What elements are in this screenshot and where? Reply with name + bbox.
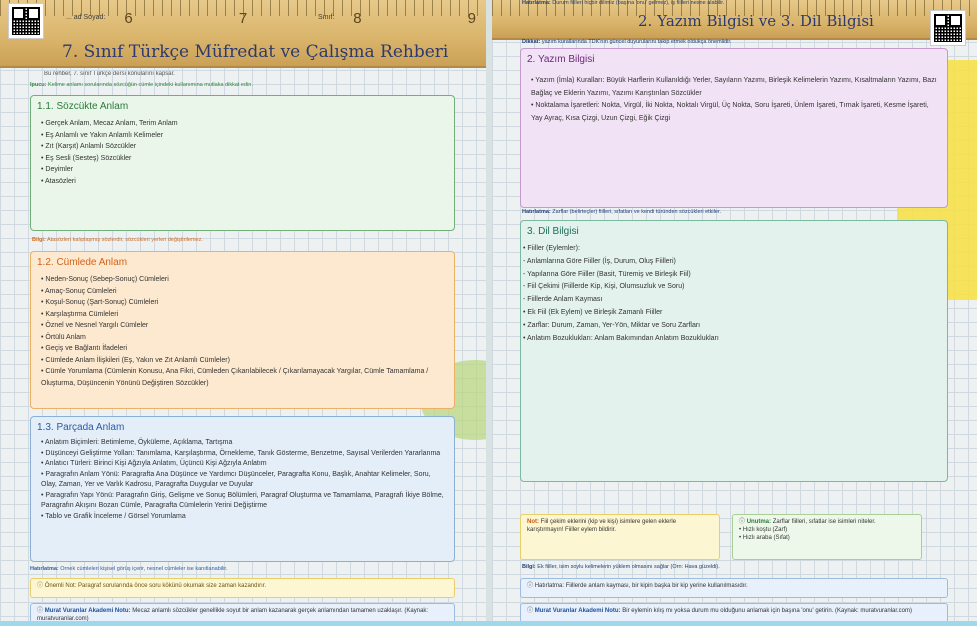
forget-box: ⓘ Unutma: Zarflar fiilleri, sıfatlar ise… [732, 514, 922, 560]
list-item: Düşünceyi Geliştirme Yolları: Tanımlama,… [41, 449, 446, 460]
list-item: Neden-Sonuç (Sebep-Sonuç) Cümleleri [41, 274, 446, 286]
info-icon: ⓘ [527, 583, 534, 589]
reminder-note: Hatırlatma: Örnek cümleleri kişisel görü… [30, 566, 228, 572]
list-item: Geçiş ve Bağlantı İfadeleri [41, 343, 446, 355]
ruler-number: 9 [467, 10, 476, 27]
info-icon: ⓘ [37, 608, 44, 614]
mid-reminder-note: Hatırlatma: Zarflar (belirteçler) fiille… [522, 209, 721, 215]
section-card-sentence-meaning: 1.2. Cümlede Anlam Neden-Sonuç (Sebep-So… [30, 251, 455, 409]
left-page: 5 6 7 8 9 ... ad Soyad: Sınıf: 7. Sınıf … [0, 0, 486, 626]
section-card-spelling: 2. Yazım Bilgisi Yazım (İmla) Kuralları:… [520, 48, 948, 208]
section-title: 1.2. Cümlede Anlam [37, 257, 128, 268]
list-item: Tablo ve Grafik İnceleme / Görsel Yoruml… [41, 512, 446, 523]
list-item: • Anlatım Bozuklukları: Anlam Bakımından… [523, 334, 719, 342]
list-item: Anlatım Biçimleri: Betimleme, Öyküleme, … [41, 438, 446, 449]
list-item: - Anlamlarına Göre Fiiller (İş, Durum, O… [523, 257, 676, 265]
list-item: Cümlede Anlam İlişkileri (Eş, Yakın ve Z… [41, 355, 446, 367]
section-list: Neden-Sonuç (Sebep-Sonuç) Cümleleri Amaç… [31, 268, 454, 389]
list-item: - Yapılarına Göre Fiiller (Basit, Türemi… [523, 270, 691, 278]
list-item: Öznel ve Nesnel Yargılı Cümleler [41, 320, 446, 332]
section-card-grammar: 3. Dil Bilgisi • Fiiller (Eylemler): - A… [520, 220, 948, 482]
section-title: 2. Yazım Bilgisi [527, 54, 595, 65]
list-item: Deyimler [41, 164, 446, 176]
right-page: Hatırlatma: Durum fiilleri hiçbir dilimi… [492, 0, 977, 626]
ruler-number: 7 [238, 10, 248, 27]
section-list: Yazım (İmla) Kuralları: Büyük Harflerin … [521, 65, 947, 125]
section-list: • Fiiller (Eylemler): - Anlamlarına Göre… [521, 237, 947, 345]
section-title: 3. Dil Bilgisi [527, 226, 579, 237]
list-item: Gerçek Anlam, Mecaz Anlam, Terim Anlam [41, 118, 446, 130]
qr-code-icon[interactable] [930, 10, 966, 46]
list-item: Atasözleri [41, 176, 446, 188]
bottom-info-note: Bilgi: Ek fiiller, isim soylu kelimeleri… [522, 564, 720, 570]
info-note: Bilgi: Atasözleri kalıplaşmış sözlerdir,… [32, 237, 203, 243]
ruler-number: 6 [124, 10, 133, 27]
info-icon: ⓘ [739, 519, 746, 525]
qr-code-icon[interactable] [8, 3, 44, 39]
class-label: Sınıf: [318, 14, 335, 21]
note-box: Not: Fiil çekim eklerini (kip ve kişi) i… [520, 514, 720, 560]
list-item: Eş Sesli (Sesteş) Sözcükler [41, 153, 446, 165]
section-card-paragraph-meaning: 1.3. Parçada Anlam Anlatım Biçimleri: Be… [30, 416, 455, 562]
list-item: • Fiiller (Eylemler): [523, 245, 580, 252]
bottom-strip [0, 621, 977, 626]
reminder-box: ⓘ Hatırlatma: Fiillerde anlam kayması, b… [520, 578, 948, 598]
section-card-word-meaning: 1.1. Sözcükte Anlam Gerçek Anlam, Mecaz … [30, 95, 455, 231]
list-item: • Ek Fiil (Ek Eylem) ve Birleşik Zamanlı… [523, 308, 663, 316]
list-item: Yazım (İmla) Kuralları: Büyük Harflerin … [531, 75, 939, 100]
top-reminder-note: Hatırlatma: Durum fiilleri hiçbir dilimi… [522, 0, 725, 6]
intro-text: Bu rehber, 7. sınıf Türkçe dersi konular… [44, 71, 175, 77]
ruler-number: 8 [353, 10, 362, 27]
list-item: • Zarflar: Durum, Zaman, Yer-Yön, Miktar… [523, 321, 701, 329]
list-item: Örtülü Anlam [41, 332, 446, 344]
page-title: 7. Sınıf Türkçe Müfredat ve Çalışma Rehb… [62, 42, 449, 62]
section-list: Anlatım Biçimleri: Betimleme, Öyküleme, … [31, 433, 454, 522]
list-item: Zıt (Karşıt) Anlamlı Sözcükler [41, 141, 446, 153]
list-item: Noktalama İşaretleri: Nokta, Virgül, İki… [531, 100, 939, 125]
section-title: 1.1. Sözcükte Anlam [37, 101, 129, 112]
list-item: Paragrafın Anlam Yönü: Paragrafta Ana Dü… [41, 470, 446, 491]
section-title: 1.3. Parçada Anlam [37, 422, 125, 433]
list-item: Karşılaştırma Cümleleri [41, 309, 446, 321]
page-title: 2. Yazım Bilgisi ve 3. Dil Bilgisi [638, 12, 874, 30]
list-item: Koşul-Sonuç (Şart-Sonuç) Cümleleri [41, 297, 446, 309]
warning-note: Dikkat: yazım kurallarında TDK'nın günce… [522, 39, 732, 45]
info-icon: ⓘ [37, 583, 44, 589]
name-label: ... ad Soyad: [66, 14, 106, 21]
list-item: Paragrafın Yapı Yönü: Paragrafın Giriş, … [41, 491, 446, 512]
list-item: - Fiil Çekimi (Fiillerde Kip, Kişi, Olum… [523, 283, 685, 291]
section-list: Gerçek Anlam, Mecaz Anlam, Terim Anlam E… [31, 112, 454, 187]
important-note-box: ⓘ Önemli Not: Paragraf sorularında önce … [30, 578, 455, 598]
list-item: Anlatıcı Türleri: Birinci Kişi Ağzıyla A… [41, 459, 446, 470]
list-item: Cümle Yorumlama (Cümlenin Konusu, Ana Fi… [41, 366, 446, 389]
list-item: Eş Anlamlı ve Yakın Anlamlı Kelimeler [41, 130, 446, 142]
info-icon: ⓘ [527, 608, 534, 614]
list-item: Amaç-Sonuç Cümleleri [41, 286, 446, 298]
tip-note: İpucu: Kelime anlamı sorularında sözcüğü… [30, 82, 253, 88]
list-item: - Fiillerde Anlam Kayması [523, 296, 603, 304]
